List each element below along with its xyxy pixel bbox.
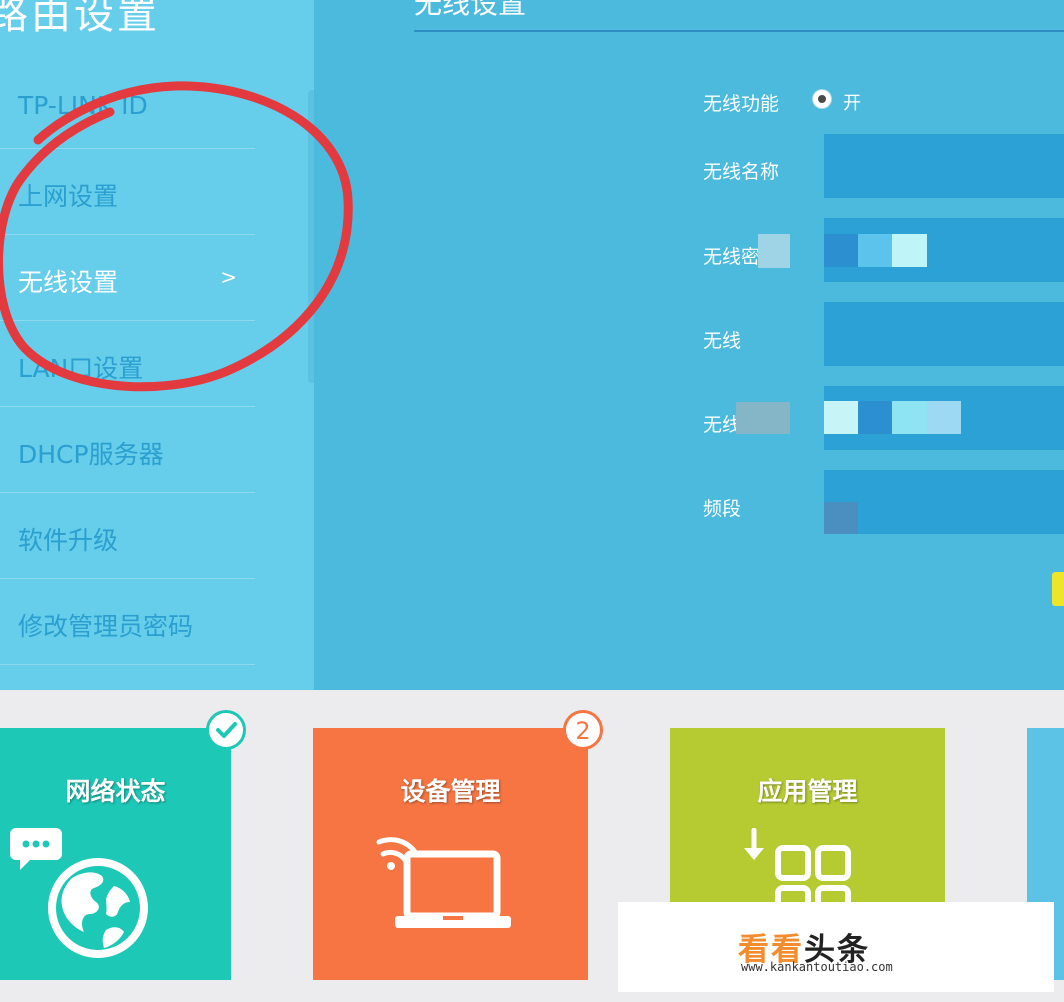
band-select[interactable]	[824, 470, 1064, 534]
wireless-name-label: 无线名称	[703, 161, 780, 183]
tile-network-status[interactable]: 网络状态	[0, 710, 246, 980]
sidebar-item-upgrade[interactable]: 软件升级	[0, 493, 255, 579]
wireless-row4-input[interactable]	[824, 386, 1064, 450]
page-title: 无线设置	[414, 0, 527, 20]
redaction-patch	[892, 234, 927, 267]
redaction-patch	[892, 401, 927, 434]
tile-title: 应用管理	[757, 777, 858, 806]
sidebar-item-admin-password[interactable]: 修改管理员密码	[0, 579, 255, 665]
sidebar-item-label: 软件升级	[18, 526, 119, 555]
wireless-row3-label: 无线	[703, 330, 742, 352]
watermark: 看看头条 www.kankantoutiao.com	[618, 902, 1054, 992]
redaction-patch	[927, 401, 961, 434]
redaction-patch	[758, 234, 790, 268]
sidebar-item-tplink-id[interactable]: TP-LINK ID	[0, 63, 255, 149]
globe-chat-icon	[10, 828, 148, 958]
sidebar-item-label: 无线设置	[18, 268, 119, 297]
wireless-on-label: 开	[843, 93, 861, 114]
band-label: 频段	[703, 498, 742, 520]
sidebar-item-internet[interactable]: 上网设置	[0, 149, 255, 235]
check-icon	[206, 710, 246, 750]
wireless-function-label: 无线功能	[703, 93, 780, 115]
sidebar-item-label: TP-LINK ID	[18, 91, 148, 120]
wireless-password-input[interactable]	[824, 218, 1064, 282]
sidebar: 路由设置 TP-LINK ID 上网设置 无线设置 > LAN口设置 DHCP服…	[0, 0, 316, 690]
sidebar-item-label: LAN口设置	[18, 354, 144, 383]
tile-device-management[interactable]: 设备管理 2	[313, 710, 603, 980]
device-count-badge: 2	[563, 710, 603, 750]
redaction-patch	[824, 401, 858, 434]
wireless-on-radio[interactable]	[813, 90, 831, 108]
save-tab[interactable]	[1052, 572, 1064, 606]
redaction-patch	[824, 502, 858, 534]
redaction-patch	[736, 402, 790, 434]
redaction-patch	[858, 234, 892, 267]
sidebar-item-label: 修改管理员密码	[18, 612, 194, 641]
sidebar-item-label: DHCP服务器	[18, 440, 164, 469]
wireless-row3-input[interactable]	[824, 302, 1064, 366]
tile-title: 网络状态	[65, 777, 166, 806]
title-divider	[414, 30, 1064, 32]
sidebar-title: 路由设置	[0, 0, 160, 38]
redaction-patch	[858, 401, 892, 434]
redaction-patch	[824, 234, 858, 267]
sidebar-nav: TP-LINK ID 上网设置 无线设置 > LAN口设置 DHCP服务器 软件…	[0, 63, 255, 665]
tile-title: 设备管理	[400, 777, 501, 806]
sidebar-item-wireless[interactable]: 无线设置 >	[0, 235, 255, 321]
sidebar-item-dhcp[interactable]: DHCP服务器	[0, 407, 255, 493]
sidebar-item-label: 上网设置	[18, 182, 119, 211]
wireless-name-input[interactable]	[824, 134, 1064, 198]
laptop-wifi-icon	[376, 837, 511, 928]
sidebar-item-lan[interactable]: LAN口设置	[0, 321, 255, 407]
wireless-password-label: 无线密	[703, 246, 761, 268]
main-panel: 无线设置 无线功能 开 无线名称 无线密 无线 无线 频段	[314, 0, 1064, 690]
router-settings-page: 路由设置 TP-LINK ID 上网设置 无线设置 > LAN口设置 DHCP服…	[0, 0, 1064, 690]
chevron-right-icon: >	[220, 265, 237, 289]
watermark-url: www.kankantoutiao.com	[741, 960, 893, 974]
